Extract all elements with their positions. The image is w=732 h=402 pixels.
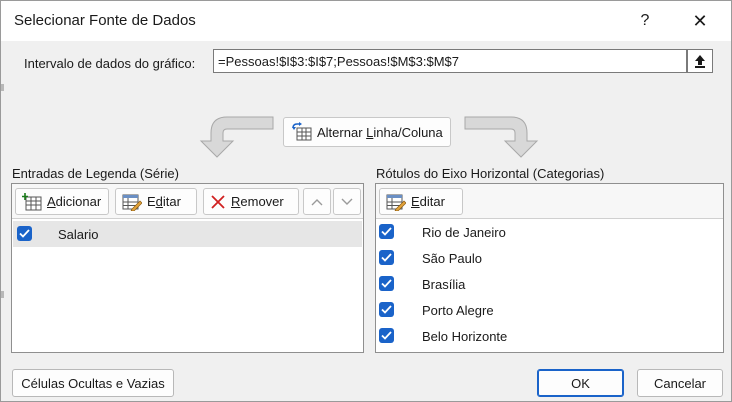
checkmark-icon xyxy=(381,253,392,262)
remove-x-icon xyxy=(211,194,225,209)
edit-categories-button[interactable]: Editar xyxy=(379,188,463,215)
category-name: Porto Alegre xyxy=(422,303,494,318)
edit-categories-label: Editar xyxy=(411,194,445,209)
ok-button[interactable]: OK xyxy=(537,369,624,397)
category-name: São Paulo xyxy=(422,251,482,266)
remove-series-button[interactable]: Remover xyxy=(203,188,299,215)
horizontal-axis-panel: Editar Rio de Janeiro São Paulo Brasília xyxy=(375,183,724,353)
category-checkbox[interactable] xyxy=(379,276,394,291)
series-name: Salario xyxy=(58,227,99,242)
remove-series-label: Remover xyxy=(231,194,284,209)
left-edge-mark xyxy=(1,291,4,298)
category-list-item[interactable]: São Paulo xyxy=(376,245,723,271)
upload-arrow-icon xyxy=(695,55,705,68)
checkmark-icon xyxy=(381,279,392,288)
add-series-label: Adicionar xyxy=(47,194,102,209)
help-button[interactable]: ? xyxy=(634,10,656,32)
horizontal-axis-labels-label: Rótulos do Eixo Horizontal (Categorias) xyxy=(376,166,605,181)
hidden-empty-cells-button[interactable]: Células Ocultas e Vazias xyxy=(12,369,174,397)
category-checkbox[interactable] xyxy=(379,328,394,343)
checkmark-icon xyxy=(381,227,392,236)
chart-data-range-input[interactable] xyxy=(213,49,687,73)
left-curved-arrow-icon xyxy=(199,116,274,158)
category-checkbox[interactable] xyxy=(379,250,394,265)
edit-series-button[interactable]: Editar xyxy=(115,188,197,215)
series-checkbox[interactable] xyxy=(17,226,32,241)
series-list-item[interactable]: Salario xyxy=(13,221,362,247)
collapse-range-button[interactable] xyxy=(687,49,713,73)
chevron-down-icon xyxy=(341,198,353,205)
edit-table-icon xyxy=(122,194,142,211)
horizontal-axis-toolbar: Editar xyxy=(376,184,723,219)
cancel-button[interactable]: Cancelar xyxy=(637,369,723,397)
close-button[interactable]: ✕ xyxy=(689,10,711,32)
checkmark-icon xyxy=(381,331,392,340)
category-list-item[interactable]: Brasília xyxy=(376,271,723,297)
category-name: Rio de Janeiro xyxy=(422,225,506,240)
dialog-title: Selecionar Fonte de Dados xyxy=(14,12,196,29)
switch-row-column-button[interactable]: Alternar Linha/Coluna xyxy=(283,117,451,147)
legend-entries-label: Entradas de Legenda (Série) xyxy=(12,166,179,181)
legend-entries-panel: Adicionar Editar Remover Salario xyxy=(11,183,364,353)
checkmark-icon xyxy=(19,229,30,238)
category-name: Belo Horizonte xyxy=(422,329,508,344)
category-list-item[interactable]: Rio de Janeiro xyxy=(376,219,723,245)
edit-table-icon xyxy=(386,194,406,211)
title-bar: Selecionar Fonte de Dados ? ✕ xyxy=(1,1,731,41)
right-curved-arrow-icon xyxy=(464,116,539,158)
move-up-button[interactable] xyxy=(303,188,331,215)
add-series-button[interactable]: Adicionar xyxy=(15,188,109,215)
category-checkbox[interactable] xyxy=(379,224,394,239)
add-series-icon xyxy=(22,192,42,210)
category-name: Brasília xyxy=(422,277,466,292)
edit-series-label: Editar xyxy=(147,194,181,209)
switch-row-column-label: Alternar Linha/Coluna xyxy=(317,124,443,140)
category-list-item[interactable]: Porto Alegre xyxy=(376,297,723,323)
select-data-source-dialog: Selecionar Fonte de Dados ? ✕ Intervalo … xyxy=(0,0,732,402)
switch-rows-columns-icon xyxy=(292,122,312,141)
legend-entries-toolbar: Adicionar Editar Remover xyxy=(12,184,363,219)
chart-data-range-label: Intervalo de dados do gráfico: xyxy=(24,56,196,71)
checkmark-icon xyxy=(381,305,392,314)
move-down-button[interactable] xyxy=(333,188,361,215)
category-list-item[interactable]: Belo Horizonte xyxy=(376,323,723,349)
left-edge-mark xyxy=(1,84,4,91)
chevron-up-icon xyxy=(311,198,323,205)
category-checkbox[interactable] xyxy=(379,302,394,317)
